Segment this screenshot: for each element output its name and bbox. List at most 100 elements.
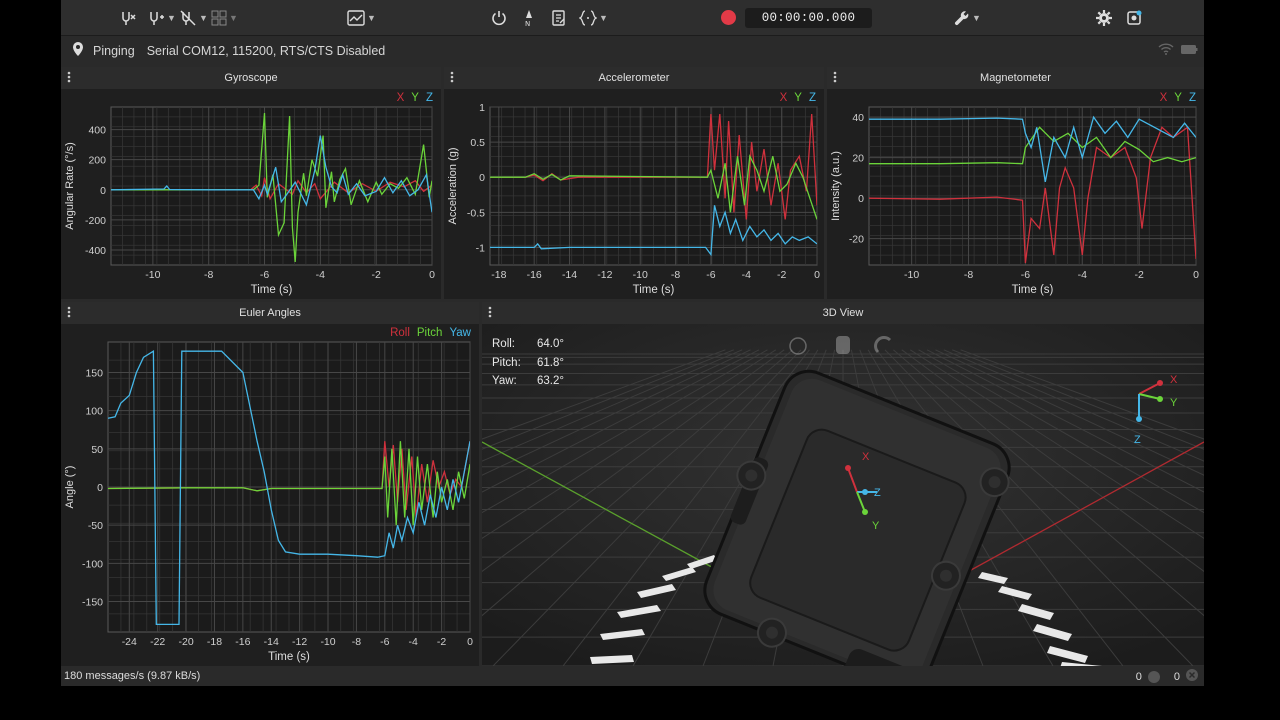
x-tick-label: -10 — [320, 636, 335, 648]
y-axis-label: Intensity (a.u.) — [830, 151, 842, 221]
roll-readout: Roll: 64.0° — [492, 338, 564, 350]
panel-title: Gyroscope — [224, 72, 278, 84]
axis-label-z: Z — [874, 487, 881, 499]
kebab-menu-icon[interactable] — [67, 71, 71, 86]
location-pin-icon — [73, 42, 83, 59]
power-icon[interactable] — [491, 8, 507, 28]
y-tick-label: 150 — [85, 368, 103, 380]
y-tick-label: 0 — [479, 172, 485, 184]
x-tick-label: -8 — [671, 269, 680, 281]
x-tick-label: -8 — [204, 269, 213, 281]
x-tick-label: 0 — [814, 269, 820, 281]
x-tick-label: -6 — [380, 636, 389, 648]
settings-gear-icon[interactable] — [1096, 8, 1112, 28]
count-b: 0 — [1173, 670, 1180, 683]
y-tick-label: 0 — [100, 185, 106, 197]
compass-icon[interactable]: N — [523, 8, 535, 28]
notes-icon[interactable] — [551, 8, 567, 28]
chevron-down-icon: ▼ — [972, 13, 981, 23]
footer-bar: 180 messages/s (9.87 kB/s) 0 0 — [61, 666, 1204, 686]
y-tick-label: -50 — [88, 520, 103, 532]
x-tick-label: -8 — [352, 636, 361, 648]
panel-header: 3D View — [482, 302, 1204, 324]
panel-header: Magnetometer — [827, 67, 1204, 89]
x-axis-label: Time (s) — [633, 284, 675, 296]
panel-title: Magnetometer — [980, 72, 1051, 84]
panel-header: Accelerometer — [444, 67, 824, 89]
device-icon[interactable] — [1126, 8, 1142, 28]
world-axis-label-x: X — [1170, 374, 1178, 386]
yaw-readout: Yaw: 63.2° — [492, 375, 564, 387]
y-tick-label: -150 — [82, 596, 103, 608]
panel-title: Euler Angles — [239, 307, 301, 319]
disconnect-icon[interactable]: ▼ — [179, 8, 208, 28]
status-circle-icon — [1147, 670, 1160, 683]
y-tick-label: 200 — [88, 155, 106, 167]
x-tick-label: -4 — [316, 269, 325, 281]
axis-label-x: X — [862, 451, 870, 463]
grid-icon[interactable]: ▼ — [211, 8, 238, 28]
chevron-down-icon: ▼ — [199, 13, 208, 23]
plot-window-icon[interactable]: ▼ — [347, 8, 376, 28]
status-bar: Pinging Serial COM12, 115200, RTS/CTS Di… — [61, 37, 1204, 64]
record-timer: 00:00:00.000 — [745, 8, 872, 28]
panel-title: 3D View — [822, 307, 864, 319]
x-tick-label: -22 — [150, 636, 165, 648]
pitch-readout: Pitch: 61.8° — [492, 356, 564, 369]
x-tick-label: -20 — [178, 636, 193, 648]
x-tick-label: -18 — [491, 269, 506, 281]
magnetometer-chart: -10 -8 -6 -4 -2 0-2002040Time (s)Intensity (a… — [830, 106, 1199, 296]
y-tick-label: 20 — [852, 153, 864, 165]
y-tick-label: 100 — [85, 406, 103, 418]
connect-icon[interactable] — [119, 8, 137, 28]
y-axis-label: Acceleration (g) — [447, 147, 459, 224]
x-tick-label: -12 — [597, 269, 612, 281]
x-axis-label: Time (s) — [1012, 284, 1054, 296]
magnetometer-panel: Magnetometer X Y Z -10 -8 -6 -4 -2 0 -20 0 20 40 T… — [827, 67, 1204, 299]
y-tick-label: -400 — [85, 245, 106, 257]
world-axis-label-z: Z — [1134, 434, 1141, 446]
y-tick-label: 0 — [97, 482, 103, 494]
x-tick-label: -4 — [409, 636, 418, 648]
x-tick-label: -2 — [777, 269, 786, 281]
panel-header: Gyroscope — [61, 67, 441, 89]
kebab-menu-icon[interactable] — [67, 306, 71, 321]
y-tick-label: -1 — [476, 242, 485, 254]
wrench-icon[interactable]: ▼ — [954, 8, 981, 28]
y-tick-label: -200 — [85, 215, 106, 227]
panel-header: Euler Angles — [61, 302, 479, 324]
3d-view-panel: 3D View X Z Y X Y Z Roll: 64.0° Pitch: 6… — [482, 302, 1204, 666]
y-axis-label: Angular Rate (°/s) — [64, 142, 76, 230]
x-axis-label: Time (s) — [268, 651, 310, 663]
y-axis-label: Angle (°) — [64, 466, 76, 509]
x-tick-label: -6 — [1021, 269, 1030, 281]
battery-icon — [1180, 43, 1198, 58]
x-tick-label: -16 — [235, 636, 250, 648]
accelerometer-panel: Accelerometer X Y Z -18 -16 -14 -12 -10 -8 -6-… — [444, 67, 824, 299]
x-tick-label: -10 — [904, 269, 919, 281]
kebab-menu-icon[interactable] — [488, 306, 492, 321]
chevron-down-icon: ▼ — [367, 13, 376, 23]
message-rate: 180 messages/s (9.87 kB/s) — [64, 670, 201, 682]
x-tick-label: -14 — [264, 636, 279, 648]
close-circle-icon[interactable] — [1186, 669, 1198, 684]
record-button[interactable] — [721, 10, 736, 25]
code-braces-icon[interactable]: ▼ — [579, 8, 608, 28]
y-tick-label: -20 — [849, 234, 864, 246]
euler-chart: -24 -22 -20 -18 -16 -14 -12 -10 -8 -6 -4 -2 0-150-10… — [64, 341, 473, 663]
chevron-down-icon: ▼ — [167, 13, 176, 23]
axis-label-y: Y — [872, 520, 880, 532]
wifi-icon — [1158, 43, 1174, 58]
x-tick-label: -2 — [372, 269, 381, 281]
orientation-readout: Roll: 64.0° Pitch: 61.8° Yaw: 63.2° — [492, 335, 564, 391]
chevron-down-icon: ▼ — [599, 13, 608, 23]
connection-state: Pinging — [93, 43, 135, 58]
x-tick-label: -4 — [1078, 269, 1087, 281]
kebab-menu-icon[interactable] — [833, 71, 837, 86]
x-tick-label: -6 — [706, 269, 715, 281]
count-a: 0 — [1135, 670, 1142, 683]
x-tick-label: -14 — [562, 269, 577, 281]
kebab-menu-icon[interactable] — [450, 71, 454, 86]
connect-options-icon[interactable]: ▼ — [147, 8, 176, 28]
3d-scene[interactable]: X Z Y X Y Z — [482, 324, 1204, 666]
